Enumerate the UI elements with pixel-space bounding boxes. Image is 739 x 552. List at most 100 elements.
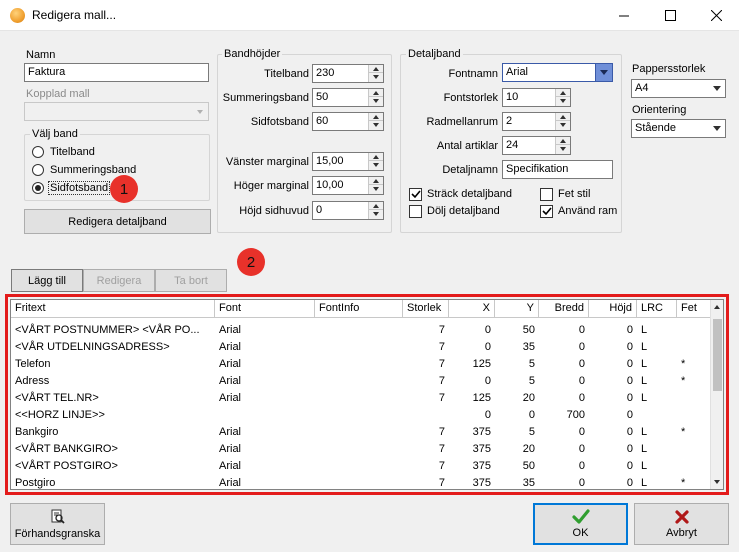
detaljnamn-input[interactable]: Specifikation xyxy=(502,160,613,179)
cell-lrc: L xyxy=(641,426,648,438)
forhandsgranska-button[interactable]: Förhandsgranska xyxy=(10,503,105,545)
column-header-storlek[interactable]: Storlek xyxy=(403,300,449,318)
radio-sidfotsband[interactable] xyxy=(32,182,44,194)
cell-font: Arial xyxy=(219,324,242,336)
ok-button[interactable]: OK xyxy=(533,503,628,545)
cell-bredd: 0 xyxy=(578,392,585,404)
table-row[interactable]: Postgiro Arial 7 375 35 0 0 L * xyxy=(11,475,711,489)
cell-bredd: 0 xyxy=(578,460,585,472)
cell-bredd: 0 xyxy=(578,358,585,370)
table-row[interactable]: <VÅRT TEL.NR> Arial 7 125 20 0 0 L xyxy=(11,390,711,407)
fields-table[interactable]: Fritext Font FontInfo Storlek X Y Bredd … xyxy=(10,299,724,490)
spin-up-icon[interactable] xyxy=(369,89,383,97)
cell-fontinfo xyxy=(315,475,403,489)
spin-up-icon[interactable] xyxy=(369,202,383,210)
orientering-select[interactable]: Stående xyxy=(631,119,726,138)
radio-titelband[interactable] xyxy=(32,146,44,158)
minimize-button[interactable] xyxy=(601,0,647,31)
column-header-bredd[interactable]: Bredd xyxy=(539,300,589,318)
column-header-hojd[interactable]: Höjd xyxy=(589,300,637,318)
table-row[interactable]: Bankgiro Arial 7 375 5 0 0 L * xyxy=(11,424,711,441)
strack-detaljband-checkbox[interactable] xyxy=(409,188,422,201)
column-header-fet[interactable]: Fet xyxy=(677,300,711,318)
redigera-button[interactable]: Redigera xyxy=(83,269,155,292)
spin-down-icon[interactable] xyxy=(369,121,383,129)
lagg-till-button[interactable]: Lägg till xyxy=(11,269,83,292)
vertical-scrollbar[interactable] xyxy=(710,300,723,489)
cell-font: Arial xyxy=(219,392,242,404)
spin-up-icon[interactable] xyxy=(556,137,570,145)
column-header-x[interactable]: X xyxy=(449,300,495,318)
fontstorlek-value: 10 xyxy=(506,91,519,103)
maximize-button[interactable] xyxy=(647,0,693,31)
cell-x: 0 xyxy=(484,409,491,421)
antal-artiklar-spinner[interactable]: 24 xyxy=(502,136,571,155)
spin-up-icon[interactable] xyxy=(369,177,383,185)
cell-x: 375 xyxy=(472,443,491,455)
cell-x: 0 xyxy=(484,341,491,353)
column-header-font[interactable]: Font xyxy=(215,300,315,318)
hoger-marginal-spinner[interactable]: 10,00 xyxy=(312,176,384,195)
cell-hojd: 0 xyxy=(626,341,633,353)
table-row[interactable]: <<HORZ LINJE>> 0 0 700 0 xyxy=(11,407,711,424)
spin-up-icon[interactable] xyxy=(369,65,383,73)
callout-badge-1: 1 xyxy=(110,175,138,203)
close-icon xyxy=(710,10,722,21)
spin-down-icon[interactable] xyxy=(556,97,570,105)
avbryt-button[interactable]: Avbryt xyxy=(634,503,729,545)
table-row[interactable]: <VÅRT POSTNUMMER> <VÅR PO... Arial 7 0 50 0 0 L xyxy=(11,322,711,339)
radio-summeringsband[interactable] xyxy=(32,164,44,176)
namn-input[interactable]: Faktura xyxy=(24,63,209,82)
column-header-fritext[interactable]: Fritext xyxy=(11,300,215,318)
table-row[interactable]: <VÅR UTDELNINGSADRESS> Arial 7 0 35 0 0 L xyxy=(11,339,711,356)
column-header-lrc[interactable]: LRC xyxy=(637,300,677,318)
cell-fontinfo xyxy=(315,339,403,356)
cell-storlek: 7 xyxy=(438,443,445,455)
scroll-up-icon[interactable] xyxy=(714,305,720,309)
fet-stil-checkbox[interactable] xyxy=(540,188,553,201)
spin-down-icon[interactable] xyxy=(369,73,383,81)
dolj-detaljband-checkbox[interactable] xyxy=(409,205,422,218)
radmellanrum-label: Radmellanrum xyxy=(426,116,498,128)
fontnamn-select[interactable]: Arial xyxy=(502,63,613,82)
cell-bredd: 0 xyxy=(578,426,585,438)
hojd-sidhuvud-spinner[interactable]: 0 xyxy=(312,201,384,220)
spin-down-icon[interactable] xyxy=(556,121,570,129)
vanster-marginal-spinner[interactable]: 15,00 xyxy=(312,152,384,171)
spin-down-icon[interactable] xyxy=(369,161,383,169)
ta-bort-button[interactable]: Ta bort xyxy=(155,269,227,292)
table-header: Fritext Font FontInfo Storlek X Y Bredd … xyxy=(11,300,711,318)
forhandsgranska-label: Förhandsgranska xyxy=(14,527,101,540)
close-button[interactable] xyxy=(693,0,739,31)
column-header-fontinfo[interactable]: FontInfo xyxy=(315,300,403,318)
scrollbar-thumb[interactable] xyxy=(713,319,722,391)
column-header-y[interactable]: Y xyxy=(495,300,539,318)
spin-down-icon[interactable] xyxy=(556,145,570,153)
titelband-value: 230 xyxy=(316,67,335,79)
spin-down-icon[interactable] xyxy=(369,185,383,193)
antal-artiklar-value: 24 xyxy=(506,139,519,151)
table-row[interactable]: Telefon Arial 7 125 5 0 0 L * xyxy=(11,356,711,373)
spin-up-icon[interactable] xyxy=(556,113,570,121)
table-row[interactable]: <VÅRT BANKGIRO> Arial 7 375 20 0 0 L xyxy=(11,441,711,458)
spin-up-icon[interactable] xyxy=(369,113,383,121)
kopplad-mall-select[interactable] xyxy=(24,102,209,121)
dolj-detaljband-label: Dölj detaljband xyxy=(427,205,500,217)
vanster-marginal-value: 15,00 xyxy=(316,155,344,167)
fontstorlek-spinner[interactable]: 10 xyxy=(502,88,571,107)
summeringsband-spinner[interactable]: 50 xyxy=(312,88,384,107)
titelband-spinner[interactable]: 230 xyxy=(312,64,384,83)
pappersstorlek-select[interactable]: A4 xyxy=(631,79,726,98)
ok-label: OK xyxy=(572,527,589,539)
spin-up-icon[interactable] xyxy=(369,153,383,161)
spin-up-icon[interactable] xyxy=(556,89,570,97)
table-row[interactable]: <VÅRT POSTGIRO> Arial 7 375 50 0 0 L xyxy=(11,458,711,475)
redigera-detaljband-button[interactable]: Redigera detaljband xyxy=(24,209,211,234)
spin-down-icon[interactable] xyxy=(369,97,383,105)
sidfotsband-spinner[interactable]: 60 xyxy=(312,112,384,131)
radmellanrum-spinner[interactable]: 2 xyxy=(502,112,571,131)
anvand-ram-checkbox[interactable] xyxy=(540,205,553,218)
scroll-down-icon[interactable] xyxy=(714,480,720,484)
table-row[interactable]: Adress Arial 7 0 5 0 0 L * xyxy=(11,373,711,390)
spin-down-icon[interactable] xyxy=(369,210,383,218)
